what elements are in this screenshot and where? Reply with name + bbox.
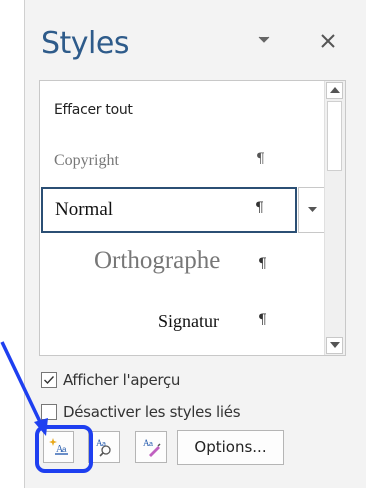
style-item-normal-selected[interactable]: Normal ¶ xyxy=(41,187,297,233)
style-label: Orthographe xyxy=(94,247,221,274)
manage-styles-button[interactable]: A a xyxy=(135,431,167,463)
chevron-down-icon xyxy=(308,207,317,212)
show-preview-label: Afficher l'aperçu xyxy=(63,371,181,389)
disable-linked-styles-label: Désactiver les styles liés xyxy=(63,403,241,421)
style-item-signatur[interactable]: Signatur ¶ xyxy=(40,293,325,353)
close-icon[interactable] xyxy=(319,32,337,50)
scroll-down-button[interactable] xyxy=(326,337,343,354)
triangle-up-icon xyxy=(330,87,340,93)
paragraph-mark-icon: ¶ xyxy=(258,312,267,328)
style-item-copyright[interactable]: Copyright ¶ xyxy=(40,133,325,185)
pane-options-chevron-icon[interactable] xyxy=(257,32,271,46)
style-inspector-icon: A a xyxy=(96,438,111,457)
paragraph-mark-icon: ¶ xyxy=(256,151,265,167)
paragraph-mark-icon: ¶ xyxy=(255,200,264,216)
style-label: Effacer tout xyxy=(54,102,133,118)
styles-list[interactable]: Effacer tout Copyright ¶ Normal ¶ Orthog… xyxy=(39,80,346,356)
style-label: Signatur xyxy=(158,311,219,331)
style-label: Copyright xyxy=(54,152,119,169)
triangle-down-icon xyxy=(330,342,340,348)
style-item-orthographe[interactable]: Orthographe ¶ xyxy=(40,233,325,293)
paragraph-mark-icon: ¶ xyxy=(258,256,267,272)
svg-text:a: a xyxy=(149,441,153,448)
scroll-thumb[interactable] xyxy=(327,101,342,171)
style-item-clear-all[interactable]: Effacer tout xyxy=(40,81,325,133)
pane-title: Styles xyxy=(41,26,129,61)
manage-styles-icon: A a xyxy=(143,438,161,457)
options-button[interactable]: Options... xyxy=(177,430,284,465)
pointer-arrow-icon xyxy=(0,341,48,436)
vertical-scrollbar[interactable] xyxy=(324,81,345,355)
scroll-up-button[interactable] xyxy=(326,82,343,99)
style-label: Normal xyxy=(55,199,114,220)
style-dropdown-button[interactable] xyxy=(298,187,325,233)
styles-pane: Styles Effacer tout Copyright ¶ Normal ¶… xyxy=(24,0,366,488)
